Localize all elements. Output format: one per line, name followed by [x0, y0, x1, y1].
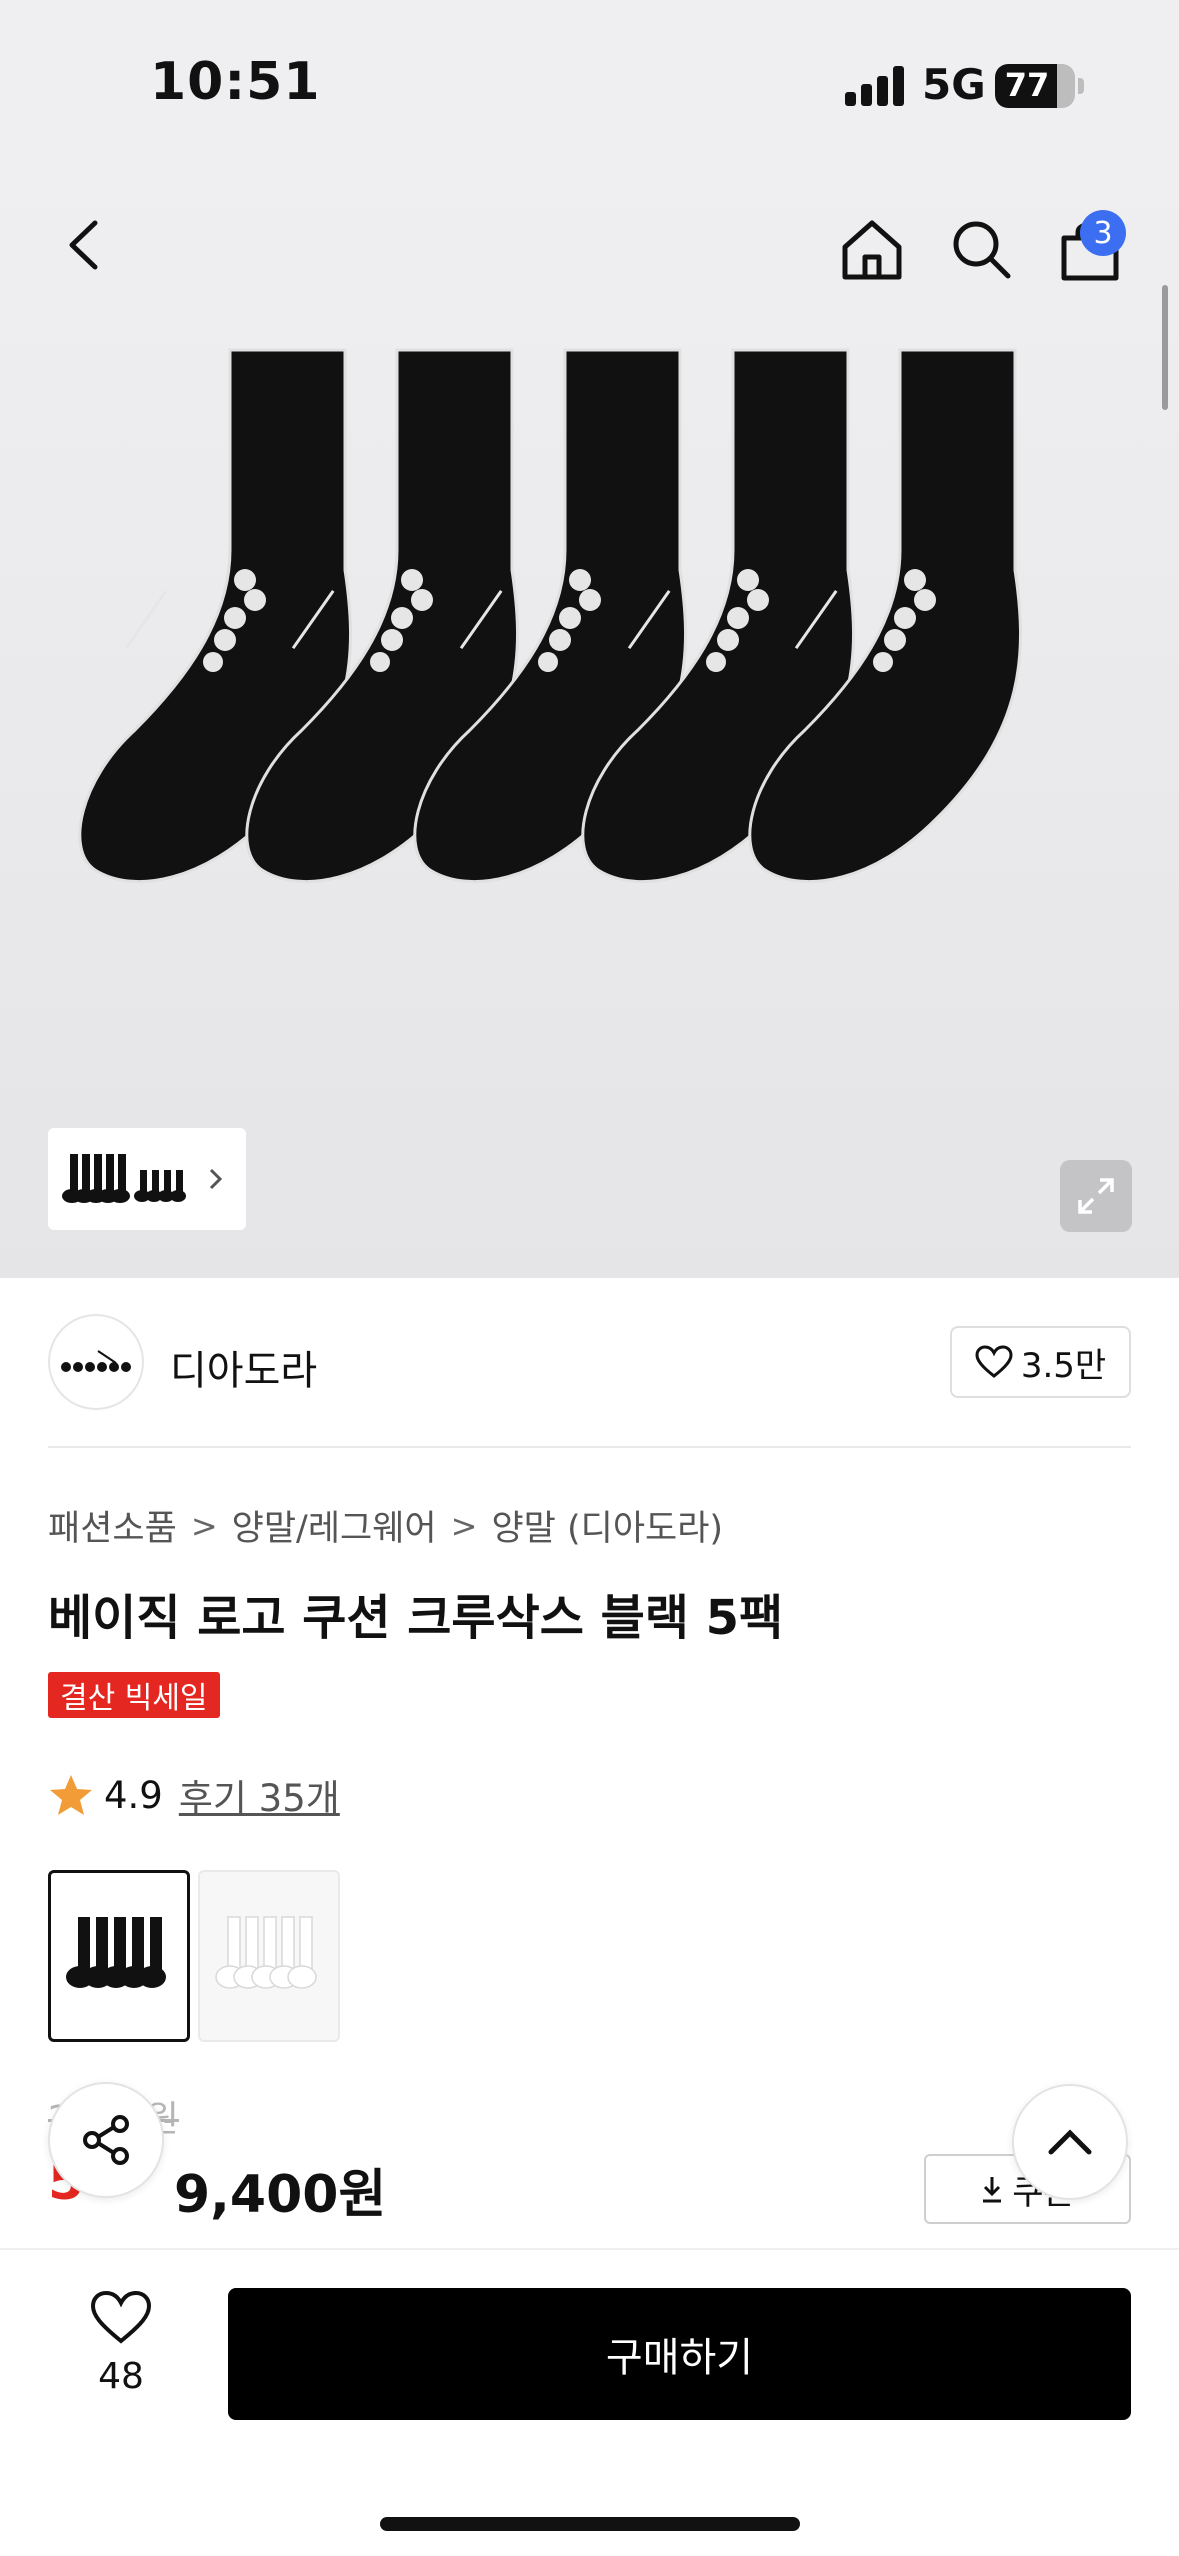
heart-icon: [975, 1345, 1013, 1378]
rating-row: 4.9 후기 35개: [48, 1768, 340, 1822]
status-bar: 10:51 5G 77: [0, 0, 1179, 170]
breadcrumb-item[interactable]: 양말/레그웨어: [232, 1500, 437, 1551]
download-icon: [983, 2177, 1002, 2203]
share-icon: [83, 2115, 129, 2165]
product-title: 베이직 로고 쿠션 크루삭스 블랙 5팩: [48, 1590, 784, 1646]
black-socks-thumbnail: [66, 1917, 166, 1988]
buy-button[interactable]: 구매하기: [228, 2288, 1131, 2420]
search-button[interactable]: [942, 210, 1022, 290]
color-option-white[interactable]: [198, 1870, 340, 2042]
chevron-right-icon: >: [450, 1506, 478, 1545]
diadora-logo-icon: [61, 1350, 131, 1372]
brand-logo[interactable]: [48, 1314, 144, 1410]
image-thumbnail-strip[interactable]: [48, 1128, 246, 1230]
battery-tip: [1078, 78, 1084, 94]
battery-icon: 77: [995, 64, 1075, 108]
thumbnail-socks: [62, 1154, 186, 1203]
white-socks-thumbnail: [215, 1916, 317, 1989]
breadcrumb-item[interactable]: 패션소품: [48, 1500, 177, 1551]
wishlist-count: 48: [98, 2356, 144, 2397]
chevron-right-icon: [209, 1168, 223, 1190]
brand-like-button[interactable]: 3.5만: [950, 1326, 1131, 1398]
star-icon: [50, 1775, 92, 1815]
divider: [48, 1446, 1131, 1448]
product-image-socks: [78, 348, 1023, 884]
sale-price: 9,400원: [174, 2165, 387, 2225]
heart-icon: [90, 2290, 152, 2344]
bottom-action-bar: 48 구매하기: [0, 2248, 1179, 2556]
wishlist-button[interactable]: 48: [66, 2290, 176, 2397]
home-icon: [842, 220, 902, 280]
color-option-black[interactable]: [48, 1870, 190, 2042]
expand-icon: [1078, 1178, 1114, 1214]
breadcrumb-item[interactable]: 양말 (디아도라): [491, 1500, 723, 1551]
network-type: 5G: [922, 60, 986, 109]
battery-level: 77: [1004, 66, 1050, 104]
home-indicator[interactable]: [380, 2517, 800, 2531]
cart-count-badge: 3: [1080, 210, 1126, 256]
fullscreen-button[interactable]: [1060, 1160, 1132, 1232]
chevron-up-icon: [1048, 2129, 1092, 2155]
share-button[interactable]: [48, 2082, 164, 2198]
home-button[interactable]: [832, 210, 912, 290]
back-button[interactable]: [40, 200, 130, 290]
status-time: 10:51: [150, 52, 321, 112]
chevron-left-icon: [69, 220, 98, 270]
scroll-to-top-button[interactable]: [1012, 2084, 1128, 2200]
review-link[interactable]: 후기 35개: [179, 1768, 340, 1822]
breadcrumb: 패션소품 > 양말/레그웨어 > 양말 (디아도라): [48, 1500, 723, 1551]
scrollbar[interactable]: [1162, 285, 1168, 410]
cellular-signal-icon: [845, 66, 907, 106]
chevron-right-icon: >: [190, 1506, 218, 1545]
brand-name[interactable]: 디아도라: [170, 1338, 317, 1396]
rating-value: 4.9: [104, 1773, 163, 1817]
brand-like-count: 3.5만: [1020, 1345, 1107, 1386]
search-icon: [953, 221, 1011, 279]
product-image-gallery[interactable]: [0, 170, 1179, 1278]
sale-badge: 결산 빅세일: [48, 1672, 220, 1718]
